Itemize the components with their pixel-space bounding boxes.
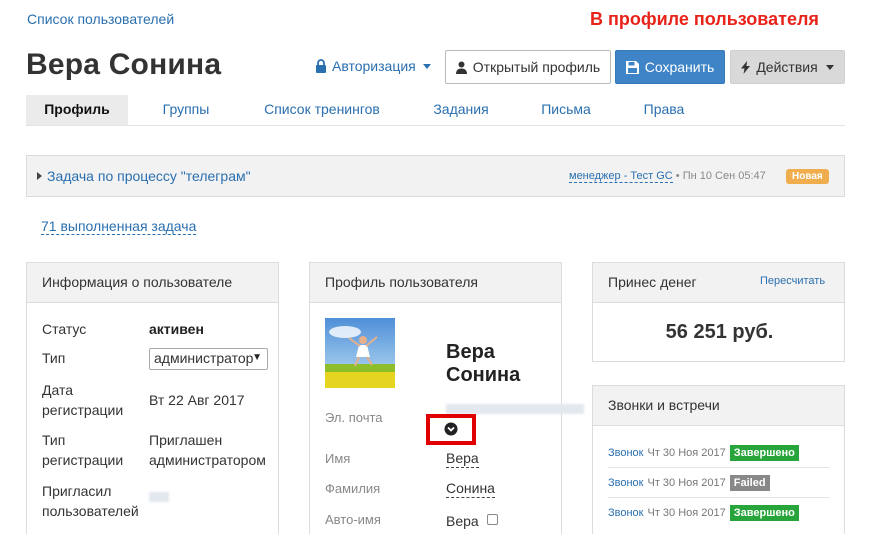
calls-title: Звонки и встречи (593, 386, 844, 426)
call-status-badge: Failed (729, 475, 770, 491)
status-value: активен (149, 321, 204, 337)
dropdown-arrow-icon: ▼ (252, 352, 262, 363)
tab-tasks[interactable]: Задания (423, 95, 499, 125)
auto-name-label: Авто-имя (325, 512, 381, 527)
tab-rights[interactable]: Права (634, 95, 694, 125)
actions-label: Действия (756, 59, 818, 75)
chevron-down-icon (825, 64, 834, 70)
task-separator: • (675, 170, 683, 182)
user-type-select[interactable]: администратор ▼ (149, 348, 268, 370)
floppy-disk-icon (625, 60, 639, 74)
reg-type-label: Тип регистрации (42, 432, 124, 468)
profile-name: Вера Сонина (446, 341, 521, 386)
task-date: Пн 10 Сен 05:47 (682, 170, 766, 182)
task-meta: менеджер - Тест GC • Пн 10 Сен 05:47 (569, 170, 766, 183)
open-profile-button[interactable]: Открытый профиль (445, 50, 611, 84)
caret-right-icon (37, 172, 42, 180)
call-status-badge: Завершено (729, 505, 799, 521)
actions-dropdown-button[interactable]: Действия (730, 50, 845, 84)
first-name-label: Имя (325, 451, 351, 466)
user-profile-panel: Профиль пользователя Вера Сонина Эл. поч… (309, 262, 584, 534)
invited-by-label: Пригласил пользователей (42, 483, 139, 519)
email-label: Эл. почта (325, 410, 383, 425)
user-info-panel: Информация о пользователе Статус активен… (26, 262, 279, 534)
divider (608, 497, 830, 498)
money-panel: Принес денег Пересчитать 56 251 руб. (592, 262, 845, 362)
call-row: Звонок Чт 30 Ноя 2017 Failed (608, 473, 770, 493)
call-date: Чт 30 Ноя 2017 (647, 477, 726, 489)
email-value-redacted (446, 404, 584, 414)
authorization-dropdown[interactable]: Авторизация (315, 58, 431, 74)
call-status-badge: Завершено (729, 445, 799, 461)
user-type-value: администратор (154, 350, 254, 366)
tab-groups[interactable]: Группы (151, 95, 221, 125)
auto-name-value: Вера (446, 513, 479, 529)
call-date: Чт 30 Ноя 2017 (647, 447, 726, 459)
save-button[interactable]: Сохранить (615, 50, 725, 84)
chevron-down-circle-icon[interactable] (444, 422, 458, 436)
tab-letters[interactable]: Письма (531, 95, 601, 125)
last-name-value[interactable]: Сонина (446, 479, 495, 498)
call-link[interactable]: Звонок (608, 477, 644, 489)
task-manager-link[interactable]: менеджер - Тест GC (569, 170, 673, 183)
avatar[interactable] (325, 318, 395, 388)
avatar-image (325, 318, 395, 388)
page-title: Вера Сонина (26, 48, 222, 81)
call-link[interactable]: Звонок (608, 507, 644, 519)
save-label: Сохранить (644, 59, 715, 75)
breadcrumb-users-list[interactable]: Список пользователей (27, 11, 174, 27)
last-name-label: Фамилия (325, 481, 381, 496)
user-profile-title: Профиль пользователя (310, 263, 561, 303)
task-title: Задача по процессу "телеграм" (47, 168, 251, 184)
open-profile-label: Открытый профиль (472, 59, 601, 75)
invited-value-redacted (149, 492, 169, 502)
call-row: Звонок Чт 30 Ноя 2017 Завершено (608, 443, 799, 463)
tab-trainings[interactable]: Список тренингов (254, 95, 390, 125)
status-label: Статус (42, 321, 87, 337)
first-name-value[interactable]: Вера (446, 449, 479, 468)
lock-icon (316, 59, 326, 73)
status-badge: Новая (786, 169, 829, 184)
lightning-icon (741, 60, 751, 74)
completed-tasks-link[interactable]: 71 выполненная задача (41, 218, 197, 235)
type-label: Тип (42, 350, 66, 366)
call-date: Чт 30 Ноя 2017 (647, 507, 726, 519)
money-amount: 56 251 руб. (665, 321, 774, 343)
tab-profile[interactable]: Профиль (26, 95, 128, 125)
tab-bar: Профиль Группы Список тренингов Задания … (26, 95, 845, 126)
authorization-label: Авторизация (332, 58, 416, 74)
reg-date-value: Вт 22 Авг 2017 (149, 392, 245, 408)
divider (608, 467, 830, 468)
reg-type-value: Приглашен администратором (149, 432, 266, 468)
call-row: Звонок Чт 30 Ноя 2017 Завершено (608, 503, 799, 523)
auto-name-checkbox[interactable] (487, 514, 498, 525)
calls-panel: Звонки и встречи Звонок Чт 30 Ноя 2017 З… (592, 385, 845, 534)
reg-date-label: Дата регистрации (42, 382, 124, 418)
chevron-down-icon (422, 63, 431, 69)
call-link[interactable]: Звонок (608, 447, 644, 459)
user-icon (455, 61, 467, 74)
task-bar: Задача по процессу "телеграм" менеджер -… (26, 155, 845, 197)
task-title-link[interactable]: Задача по процессу "телеграм" (37, 168, 251, 184)
annotation-caption: В профиле пользователя (590, 9, 819, 29)
user-info-title: Информация о пользователе (27, 263, 278, 303)
recalculate-link[interactable]: Пересчитать (760, 275, 825, 287)
